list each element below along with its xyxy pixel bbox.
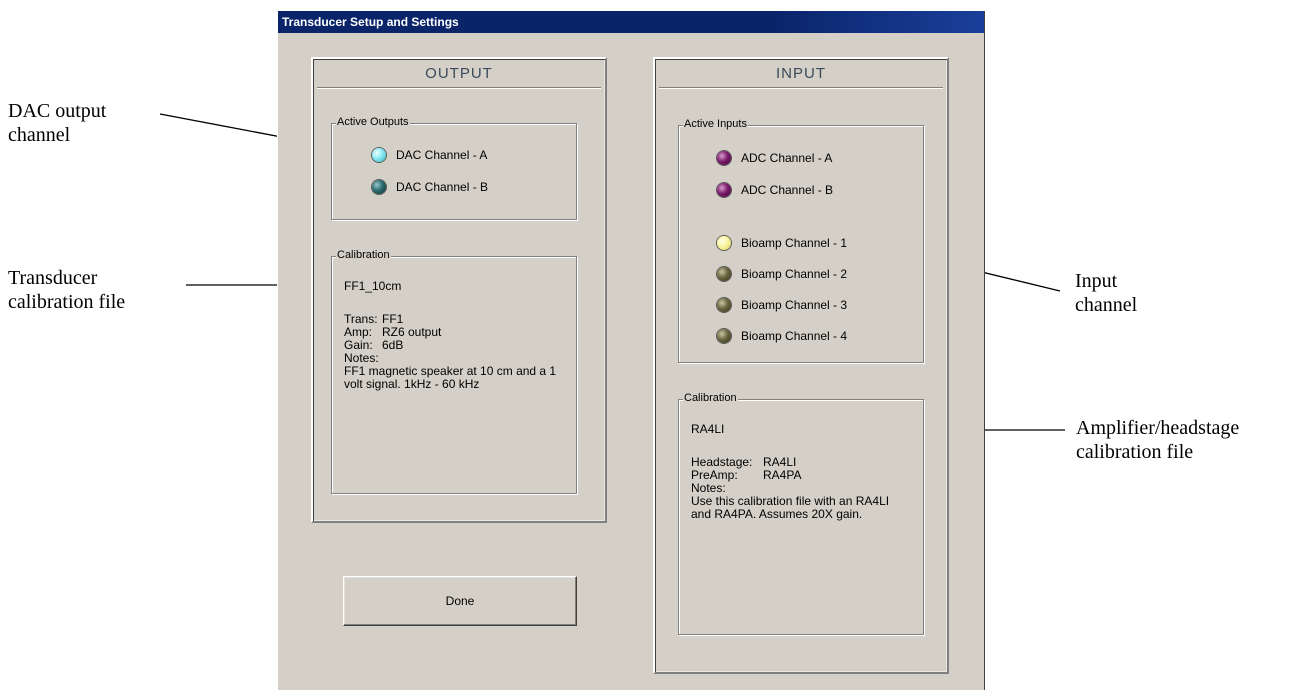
- output-notes-line2: volt signal. 1kHz - 60 kHz: [344, 377, 480, 391]
- transducer-setup-window: Transducer Setup and Settings OUTPUT Act…: [277, 11, 985, 690]
- output-calibration-details: Trans: FF1 Amp: RZ6 output Gain: 6dB Notes:…: [344, 313, 572, 391]
- bioamp-channel-3-label: Bioamp Channel - 3: [741, 298, 848, 312]
- output-panel-divider: [317, 87, 601, 89]
- trans-row: Trans: FF1: [344, 313, 572, 326]
- dac-annotation: DAC output channel: [8, 99, 106, 147]
- output-panel-title: OUTPUT: [425, 65, 493, 82]
- bioamp-channel-1[interactable]: Bioamp Channel - 1: [717, 236, 847, 250]
- amp-annotation-line2: calibration file: [1076, 441, 1194, 463]
- bioamp-channel-4-label: Bioamp Channel - 4: [741, 329, 848, 343]
- amp-annotation-line1: Amplifier/headstage: [1076, 417, 1240, 439]
- input-notes-line2: and RA4PA. Assumes 20X gain.: [691, 507, 863, 521]
- input-calibration-group: Calibration RA4LI Headstage: RA4LI PreAmp…: [678, 392, 924, 635]
- dac-channel-b-led-icon: [372, 180, 386, 194]
- bioamp-channel-3[interactable]: Bioamp Channel - 3: [717, 298, 847, 312]
- bioamp-channel-1-led-icon: [717, 236, 731, 250]
- bioamp-channel-4-led-icon: [717, 329, 731, 343]
- adc-channel-b-label: ADC Channel - B: [741, 183, 834, 197]
- dac-channel-a-led-icon: [372, 148, 386, 162]
- transducer-annotation-line2: calibration file: [8, 291, 126, 313]
- dac-annotation-line2: channel: [8, 124, 71, 146]
- headstage-value: RA4LI: [763, 455, 797, 469]
- adc-channel-b-led-icon: [717, 183, 731, 197]
- dac-channel-a[interactable]: DAC Channel - A: [372, 148, 487, 162]
- dac-channel-a-label: DAC Channel - A: [396, 148, 488, 162]
- dac-annotation-line1: DAC output: [8, 100, 107, 122]
- amp-row: Amp: RZ6 output: [344, 326, 572, 339]
- bioamp-channel-3-led-icon: [717, 298, 731, 312]
- done-button[interactable]: Done: [343, 576, 577, 626]
- input-calibration-label: Calibration: [683, 392, 738, 404]
- window-title-bar[interactable]: Transducer Setup and Settings: [278, 11, 984, 33]
- bioamp-channel-4[interactable]: Bioamp Channel - 4: [717, 329, 847, 343]
- active-outputs-group: Active Outputs DAC Channel - A DAC Chann…: [331, 116, 577, 220]
- active-inputs-group: Active Inputs ADC Channel - A ADC Channe…: [678, 118, 924, 363]
- input-panel-divider: [659, 87, 943, 89]
- done-button-label: Done: [445, 594, 475, 608]
- dac-channel-b-label: DAC Channel - B: [396, 180, 489, 194]
- adc-channel-b[interactable]: ADC Channel - B: [717, 183, 833, 197]
- input-panel-title: INPUT: [776, 65, 826, 82]
- window-title: Transducer Setup and Settings: [282, 15, 459, 29]
- input-calibration-file: RA4LI: [691, 422, 725, 436]
- adc-channel-a-led-icon: [717, 151, 731, 165]
- transducer-annotation: Transducer calibration file: [8, 266, 125, 314]
- adc-channel-a-label: ADC Channel - A: [741, 151, 833, 165]
- bioamp-channel-2-label: Bioamp Channel - 2: [741, 267, 848, 281]
- active-inputs-label: Active Inputs: [683, 118, 748, 130]
- input-annotation-line2: channel: [1075, 294, 1138, 316]
- bioamp-channel-2[interactable]: Bioamp Channel - 2: [717, 267, 847, 281]
- input-annotation: Input channel: [1075, 269, 1137, 317]
- dac-channel-b[interactable]: DAC Channel - B: [372, 180, 488, 194]
- output-calibration-label: Calibration: [336, 249, 391, 261]
- input-calibration-details: Headstage: RA4LI PreAmp: RA4PA Notes: Use …: [691, 456, 921, 521]
- transducer-annotation-line1: Transducer: [8, 267, 98, 289]
- bioamp-channel-2-led-icon: [717, 267, 731, 281]
- active-outputs-label: Active Outputs: [336, 116, 410, 128]
- output-panel: OUTPUT Active Outputs DAC Channel - A DA…: [311, 57, 607, 523]
- amp-value: RZ6 output: [382, 325, 442, 339]
- amp-annotation: Amplifier/headstage calibration file: [1076, 416, 1239, 464]
- gain-value: 6dB: [382, 338, 404, 352]
- trans-value: FF1: [382, 312, 404, 326]
- input-annotation-line1: Input: [1075, 270, 1118, 292]
- output-calibration-file: FF1_10cm: [344, 279, 402, 293]
- adc-channel-a[interactable]: ADC Channel - A: [717, 151, 832, 165]
- input-panel: INPUT Active Inputs ADC Channel - A ADC …: [653, 57, 949, 674]
- bioamp-channel-1-label: Bioamp Channel - 1: [741, 236, 848, 250]
- output-calibration-group: Calibration FF1_10cm Trans: FF1 Amp: RZ6 o…: [331, 249, 577, 494]
- preamp-value: RA4PA: [763, 468, 802, 482]
